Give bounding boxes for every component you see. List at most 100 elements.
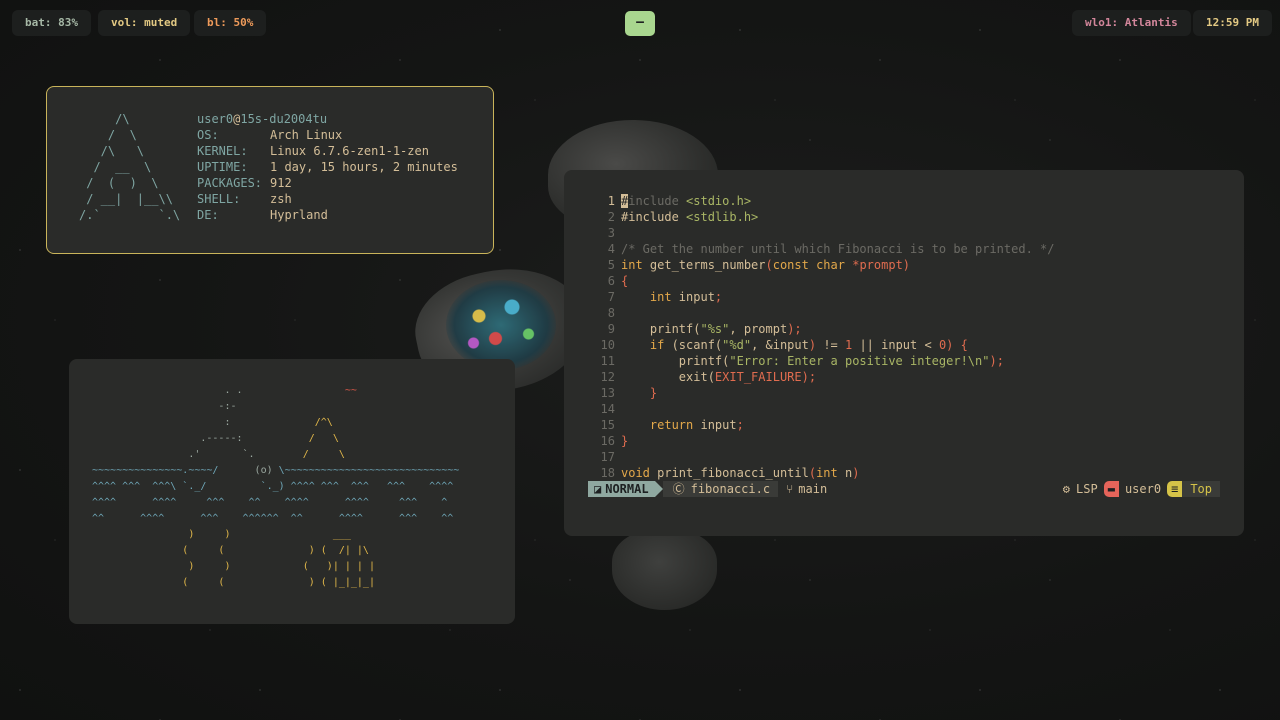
code-token: #include [621,210,687,224]
line-text: exit(EXIT_FAILURE); [621,369,816,385]
battery-indicator[interactable]: bat: 83% [12,10,91,36]
clock[interactable]: 12:59 PM [1193,10,1272,36]
code-line[interactable]: 10 if (scanf("%d", &input) != 1 || input… [588,337,1218,353]
fetch-terminal-window[interactable]: /\ / \ /\ \ / __ \ / ( ) \ / __| |__\\ /.… [46,86,494,254]
ascii-segment: \~~~~~~~~~~~~~~~~~~~~~~~~~~~~~ [278,465,460,476]
code-line[interactable]: 12 exit(EXIT_FAILURE); [588,369,1218,385]
code-line[interactable]: 9 printf("%s", prompt); [588,321,1218,337]
code-line[interactable]: 16} [588,433,1218,449]
ascii-segment: / \ [302,449,345,460]
line-number: 14 [600,402,615,416]
ascii-line: ^^^^ ^^^ ^^^\ `._/ `._) ^^^^ ^^^ ^^^ ^^^… [92,479,459,495]
code-line[interactable]: 2 #include <stdlib.h> [588,209,1218,225]
code-token: get_terms_number [649,258,766,272]
ascii-line: : /^\ [92,415,459,431]
code-token: != [823,338,845,352]
ascii-line: ^^^^ ^^^^ ^^^ ^^ ^^^^ ^^^^ ^^^ ^ [92,495,459,511]
arch-ascii-logo: /\ / \ /\ \ / __ \ / ( ) \ / __| |__\\ /.… [79,111,180,223]
line-text: } [621,433,628,449]
ascii-line: ^^ ^^^^ ^^^ ^^^^^^ ^^ ^^^^ ^^^ ^^ [92,511,459,527]
line-number: 15 [600,418,615,432]
logo-line: /\ [79,112,130,126]
code-token: <stdlib.h> [686,210,759,224]
line-number: 13 [600,386,615,400]
backlight-indicator[interactable]: bl: 50% [194,10,267,36]
line-number: 1 [607,194,615,208]
code-token: return [621,418,701,432]
info-key: SHELL: [197,192,241,206]
system-info: user0@15s-du2004tu OS: Arch Linux KERNEL: L… [197,111,458,223]
info-row: UPTIME: 1 day, 15 hours, 2 minutes [197,159,458,175]
info-value: Linux 6.7.6-zen1-1-zen [270,144,429,158]
logo-line: /.` `.\ [79,208,181,222]
ascii-segment: / \ [308,433,339,444]
ascii-line: ) ) ( )| | | | [92,559,459,575]
line-number: 7 [607,290,615,304]
code-line[interactable]: 13 } [588,385,1218,401]
file-segment: Ⓒ fibonacci.c [662,481,779,497]
code-line[interactable]: 11 printf("Error: Enter a positive integ… [588,353,1218,369]
code-line[interactable]: 3 [588,225,1218,241]
code-token: int [621,258,650,272]
info-key: OS: [197,128,219,142]
code-token: || input < [859,338,939,352]
ascii-segment: ~~~~~~~~~~~~~~~.~~~~/ [92,465,219,476]
code-token: } [621,386,658,400]
volume-indicator[interactable]: vol: muted [98,10,191,36]
code-token: "Error: Enter a positive integer!\n" [729,354,990,368]
code-line[interactable]: 17 [588,449,1218,465]
code-token: ; [714,290,723,304]
workspace-indicator[interactable]: — [625,11,655,36]
ascii-segment: ( ( ) ( /| |\ [92,545,369,556]
ascii-line: ) ) ___ [92,527,459,543]
code-line[interactable]: 15 return input; [588,417,1218,433]
code-line[interactable]: 1 #include <stdio.h> [588,193,1218,209]
neovim-editor-window[interactable]: 1 #include <stdio.h> 2 #include <stdlib.h> 3… [564,170,1244,536]
git-branch-icon: ⑂ [786,482,794,496]
code-buffer[interactable]: 1 #include <stdio.h> 2 #include <stdlib.h> 3… [588,193,1218,481]
code-line[interactable]: 7 int input; [588,289,1218,305]
wifi-indicator[interactable]: wlo1: Atlantis [1072,10,1191,36]
line-text: #include <stdio.h> [621,193,751,209]
ascii-segment: ^^^^ ^^^^ ^^^ ^^ ^^^^ ^^^^ ^^^ ^ [92,497,448,508]
ascii-segment: .' `. [92,449,303,460]
ascii-line: ( ( ) ( /| |\ [92,543,459,559]
code-token: printf( [621,322,701,336]
line-number: 2 [607,210,615,224]
code-token: , &input [751,338,809,352]
code-line[interactable]: 8 [588,305,1218,321]
ascii-segment: .-----: [92,433,309,444]
info-value: Hyprland [270,208,328,222]
file-name: fibonacci.c [690,482,771,496]
info-row: DE: Hyprland [197,207,458,223]
separator-arrow [654,481,663,497]
info-row: OS: Arch Linux [197,127,458,143]
line-text: int input; [621,289,722,305]
hostname: 15s-du2004tu [240,112,328,126]
ascii-art-terminal-window[interactable]: . . ~~ -:- : /^\ .-----: / \ .' `. / \ ~~… [69,359,515,624]
code-token: int [621,290,679,304]
line-text: printf("Error: Enter a positive integer!… [621,353,1004,369]
ascii-art-scene: . . ~~ -:- : /^\ .-----: / \ .' `. / \ ~~… [92,383,459,591]
code-line[interactable]: 5 int get_terms_number(const char *prompt… [588,257,1218,273]
ascii-segment: ) ) ___ [92,529,351,540]
lsp-label: LSP [1076,482,1098,496]
code-token: "%s" [700,322,730,336]
scroll-position: Top [1182,481,1220,497]
wallpaper-astronaut-leg [612,530,717,610]
ascii-segment: ^^ ^^^^ ^^^ ^^^^^^ ^^ ^^^^ ^^^ ^^ [92,513,454,524]
code-token: ( [765,258,773,272]
code-line[interactable]: 4 /* Get the number until which Fibonacci… [588,241,1218,257]
code-line[interactable]: 18 void print_fibonacci_until(int n) [588,465,1218,481]
c-file-icon: Ⓒ [672,482,685,496]
line-text: /* Get the number until which Fibonacci … [621,241,1054,257]
ascii-segment: ~~ [344,385,357,396]
code-line[interactable]: 6{ [588,273,1218,289]
line-number: 17 [600,450,615,464]
wallpaper-paint-splash [446,280,556,370]
line-text: return input; [621,417,744,433]
code-line[interactable]: 14 [588,401,1218,417]
info-row: PACKAGES: 912 [197,175,458,191]
line-number: 8 [607,306,615,320]
code-token: (scanf( [671,338,723,352]
